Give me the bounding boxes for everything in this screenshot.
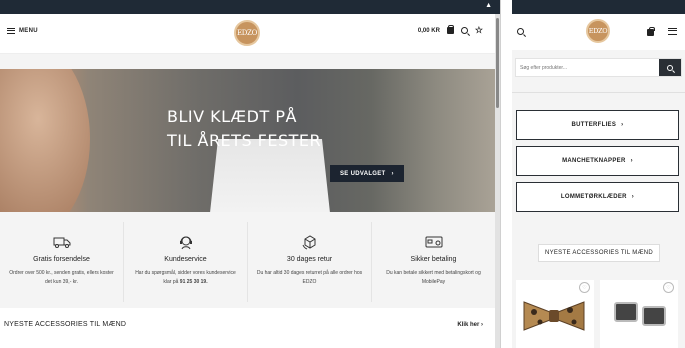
hamburger-icon	[7, 28, 15, 34]
phone-number[interactable]: 91 25 30 19.	[180, 279, 208, 285]
headset-icon	[176, 234, 196, 250]
mobile-header: EDZO	[512, 14, 685, 50]
cart-bag-icon[interactable]	[647, 26, 655, 36]
hero-banner: BLIV KLÆDT PÅ TIL ÅRETS FESTER SE UDVALG…	[0, 69, 495, 212]
viewport-divider	[500, 0, 512, 348]
return-box-icon	[300, 234, 320, 250]
desktop-viewport: ▲ MENU EDZO 0,00 KR ☆ BLIV KLÆDT PÅ TIL …	[0, 0, 500, 348]
chevron-right-icon: ›	[621, 122, 624, 128]
category-pocket-squares-button[interactable]: LOMMETØRKLÆDER ›	[516, 182, 679, 212]
usp-title: Kundeservice	[164, 256, 207, 263]
wishlist-star-icon[interactable]: ☆	[475, 26, 483, 35]
header-actions: 0,00 KR ☆	[418, 24, 483, 35]
top-bar: ▲	[0, 0, 500, 14]
category-cufflinks-button[interactable]: MANCHETKNAPPER ›	[516, 146, 679, 176]
logo-text: EDZO	[236, 29, 258, 37]
wishlist-heart-icon[interactable]: ♡	[579, 282, 590, 293]
truck-icon	[52, 234, 72, 250]
usp-description: Har du spørgsmål, sidder vores kundeserv…	[135, 270, 236, 285]
wishlist-heart-icon[interactable]: ♡	[663, 282, 674, 293]
hero-title-line1: BLIV KLÆDT PÅ	[167, 107, 297, 126]
chevron-right-icon: ›	[481, 322, 483, 328]
see-selection-button[interactable]: SE UDVALGET ›	[330, 165, 404, 182]
search-icon[interactable]	[460, 27, 468, 34]
mobile-search-bar	[515, 58, 682, 77]
hero-title: BLIV KLÆDT PÅ TIL ÅRETS FESTER	[167, 105, 321, 153]
mobile-top-bar	[512, 0, 685, 14]
cta-label: SE UDVALGET	[340, 170, 386, 177]
newest-heading: NYESTE ACCESSORIES TIL MÆND	[538, 244, 660, 262]
cufflink-image-left	[614, 302, 638, 322]
browser-screenshot: ▲ MENU EDZO 0,00 KR ☆ BLIV KLÆDT PÅ TIL …	[0, 0, 685, 348]
bowtie-product-image	[523, 301, 585, 331]
category-label: MANCHETKNAPPER	[562, 158, 626, 164]
hero-image-face	[0, 69, 90, 212]
chevron-right-icon: ›	[630, 158, 633, 164]
scrollbar-thumb[interactable]	[496, 18, 499, 108]
card-icon	[424, 234, 444, 250]
chevron-right-icon: ›	[391, 170, 394, 177]
category-label: LOMMETØRKLÆDER	[560, 194, 627, 200]
logo-text: EDZO	[588, 27, 608, 35]
scroll-up-icon[interactable]: ▲	[485, 2, 492, 9]
site-logo[interactable]: EDZO	[586, 19, 610, 43]
usp-title: Gratis forsendelse	[33, 256, 90, 263]
search-input[interactable]	[520, 59, 658, 76]
cufflink-image-right	[642, 306, 666, 326]
click-here-link[interactable]: Klik her ›	[457, 322, 483, 328]
search-icon[interactable]	[517, 28, 524, 35]
chevron-right-icon: ›	[631, 194, 635, 200]
hero-title-line2: TIL ÅRETS FESTER	[167, 131, 322, 150]
search-icon	[667, 64, 673, 71]
hamburger-icon[interactable]	[668, 28, 677, 35]
usp-description: Ordrer over 500 kr., senden gratis, elle…	[9, 270, 114, 285]
usp-secure-payment: Sikker betaling Du kan betale sikkert me…	[372, 222, 495, 302]
site-logo[interactable]: EDZO	[234, 20, 260, 46]
usp-description: Du har altid 30 dages returret på alle o…	[256, 270, 363, 285]
divider-line	[512, 92, 685, 93]
product-card-bowtie[interactable]: ♡	[516, 280, 594, 348]
category-butterflies-button[interactable]: BUTTERFLIES ›	[516, 110, 679, 140]
category-label: BUTTERFLIES	[571, 122, 617, 128]
usp-customer-service: Kundeservice Har du spørgsmål, sidder vo…	[124, 222, 248, 302]
cart-total[interactable]: 0,00 KR	[418, 28, 440, 34]
usp-title: Sikker betaling	[410, 256, 457, 263]
mobile-viewport: EDZO BUTTERFLIES › MANCHETKNAPPER › LOMM…	[512, 0, 685, 348]
menu-label: MENU	[19, 28, 38, 34]
usp-30-day-return: 30 dages retur Du har altid 30 dages ret…	[248, 222, 372, 302]
site-header: MENU EDZO 0,00 KR ☆	[0, 14, 495, 54]
usp-row: Gratis forsendelse Ordrer over 500 kr., …	[0, 222, 495, 302]
usp-description: Du kan betale sikkert med betalingskort …	[386, 270, 481, 285]
usp-free-shipping: Gratis forsendelse Ordrer over 500 kr., …	[0, 222, 124, 302]
search-submit-button[interactable]	[659, 59, 681, 76]
cart-bag-icon[interactable]	[446, 24, 455, 34]
product-card-cufflinks[interactable]: ♡	[600, 280, 678, 348]
usp-title: 30 dages retur	[286, 256, 333, 263]
section-heading: NYESTE ACCESSORIES TIL MÆND	[4, 321, 127, 328]
newest-section-header: NYESTE ACCESSORIES TIL MÆND Klik her ›	[0, 308, 495, 348]
menu-button[interactable]: MENU	[7, 28, 38, 34]
